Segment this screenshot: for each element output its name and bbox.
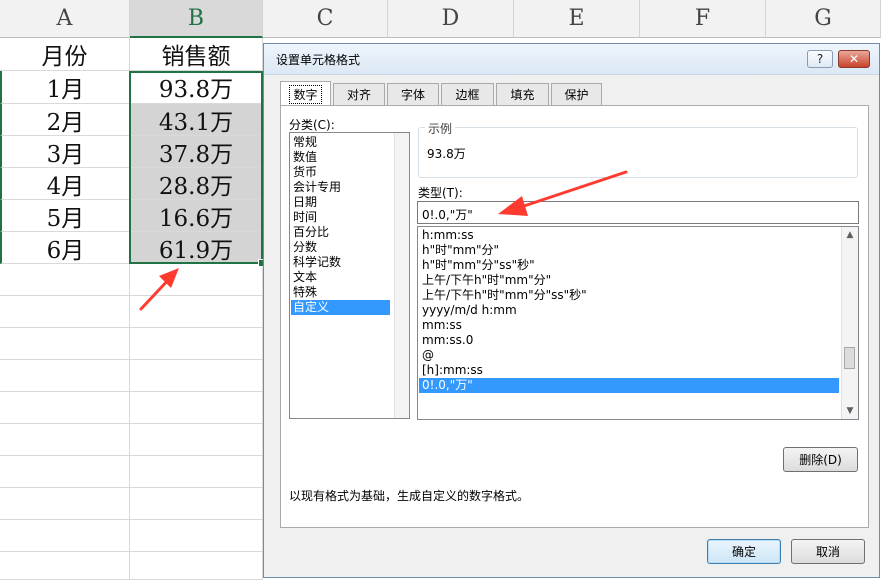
category-item[interactable]: 文本 xyxy=(291,270,390,285)
empty-cell[interactable] xyxy=(130,392,263,424)
close-button[interactable]: ✕ xyxy=(838,50,870,68)
format-description: 以现有格式为基础，生成自定义的数字格式。 xyxy=(289,489,530,503)
format-item[interactable]: h:mm:ss xyxy=(419,228,839,243)
sample-group: 示例 93.8万 xyxy=(418,120,858,178)
tab-protection[interactable]: 保护 xyxy=(551,83,602,105)
empty-cell[interactable] xyxy=(0,360,130,392)
category-item[interactable]: 分数 xyxy=(291,240,390,255)
category-item[interactable]: 会计专用 xyxy=(291,180,390,195)
format-item[interactable]: mm:ss xyxy=(419,318,839,333)
empty-cell[interactable] xyxy=(130,296,263,328)
column-header-f[interactable]: F xyxy=(640,0,766,38)
empty-cell[interactable] xyxy=(130,264,263,296)
empty-cell[interactable] xyxy=(130,456,263,488)
sample-value: 93.8万 xyxy=(427,147,466,161)
cell-header-month[interactable]: 月份 xyxy=(0,38,130,71)
empty-cell[interactable] xyxy=(130,424,263,456)
tab-font[interactable]: 字体 xyxy=(387,83,439,105)
format-scrollbar[interactable]: ▲ ▼ xyxy=(841,227,858,419)
format-item[interactable]: 上午/下午h"时"mm"分"ss"秒" xyxy=(419,288,839,303)
dialog-title: 设置单元格格式 xyxy=(276,53,361,67)
type-label: 类型(T): xyxy=(418,186,463,200)
category-item[interactable]: 日期 xyxy=(291,195,390,210)
cell-month[interactable]: 5月 xyxy=(0,200,130,232)
cell-month[interactable]: 4月 xyxy=(0,168,130,200)
category-item[interactable]: 数值 xyxy=(291,150,390,165)
empty-cell[interactable] xyxy=(130,360,263,392)
ok-button[interactable]: 确定 xyxy=(707,539,781,564)
cell-month[interactable]: 6月 xyxy=(0,232,130,264)
empty-cell[interactable] xyxy=(130,488,263,520)
dialog-titlebar[interactable]: 设置单元格格式 ? ✕ xyxy=(264,44,879,75)
empty-cell[interactable] xyxy=(0,392,130,424)
cell-sales[interactable]: 37.8万 xyxy=(130,136,263,168)
cell-sales[interactable]: 28.8万 xyxy=(130,168,263,200)
tab-fill[interactable]: 填充 xyxy=(496,83,549,105)
empty-cell[interactable] xyxy=(0,488,130,520)
category-list[interactable]: 常规 数值 货币 会计专用 日期 时间 百分比 分数 科学记数 文本 特殊 自定… xyxy=(289,132,410,419)
format-item[interactable]: @ xyxy=(419,348,839,363)
category-item[interactable]: 科学记数 xyxy=(291,255,390,270)
category-item[interactable]: 时间 xyxy=(291,210,390,225)
empty-cell[interactable] xyxy=(130,520,263,552)
empty-cell[interactable] xyxy=(0,520,130,552)
cell-header-sales[interactable]: 销售额 xyxy=(130,38,263,71)
type-input[interactable]: 0!.0,"万" xyxy=(417,201,859,224)
cell-sales[interactable]: 61.9万 xyxy=(130,232,263,264)
sample-group-title: 示例 xyxy=(425,120,456,137)
help-button[interactable]: ? xyxy=(807,50,833,68)
category-item-selected[interactable]: 自定义 xyxy=(291,300,390,315)
tab-border[interactable]: 边框 xyxy=(441,83,494,105)
scroll-thumb[interactable] xyxy=(844,347,855,369)
tab-number[interactable]: 数字 xyxy=(280,81,331,106)
empty-cell[interactable] xyxy=(0,424,130,456)
category-item[interactable]: 特殊 xyxy=(291,285,390,300)
category-item[interactable]: 百分比 xyxy=(291,225,390,240)
cell-sales[interactable]: 43.1万 xyxy=(130,104,263,136)
cell-month[interactable]: 1月 xyxy=(0,71,130,104)
cell-sales[interactable]: 16.6万 xyxy=(130,200,263,232)
tab-label: 数字 xyxy=(289,84,322,104)
empty-cell[interactable] xyxy=(0,328,130,360)
category-item[interactable]: 货币 xyxy=(291,165,390,180)
column-header-e[interactable]: E xyxy=(514,0,640,38)
scroll-down-arrow-icon[interactable]: ▼ xyxy=(842,403,858,419)
tab-alignment[interactable]: 对齐 xyxy=(333,83,385,105)
column-header-c[interactable]: C xyxy=(263,0,388,38)
empty-cell[interactable] xyxy=(0,552,130,580)
empty-cell[interactable] xyxy=(0,456,130,488)
column-header-g[interactable]: G xyxy=(766,0,881,38)
cell-month[interactable]: 3月 xyxy=(0,136,130,168)
column-header-d[interactable]: D xyxy=(388,0,514,38)
column-header-b[interactable]: B xyxy=(130,0,263,38)
empty-cell[interactable] xyxy=(0,264,130,296)
category-label: 分类(C): xyxy=(289,118,335,132)
format-cells-dialog: 设置单元格格式 ? ✕ 数字 对齐 字体 边框 填充 保护 分类(C): 常规 … xyxy=(263,43,880,578)
category-scrollbar[interactable] xyxy=(394,133,409,418)
format-item[interactable]: mm:ss.0 xyxy=(419,333,839,348)
format-item[interactable]: [h]:mm:ss xyxy=(419,363,839,378)
cell-month[interactable]: 2月 xyxy=(0,104,130,136)
format-item-selected[interactable]: 0!.0,"万" xyxy=(419,378,839,393)
empty-cell[interactable] xyxy=(0,296,130,328)
cancel-button[interactable]: 取消 xyxy=(791,539,865,564)
format-list[interactable]: h:mm:ss h"时"mm"分" h"时"mm"分"ss"秒" 上午/下午h"… xyxy=(417,226,859,420)
format-item[interactable]: h"时"mm"分"ss"秒" xyxy=(419,258,839,273)
delete-button[interactable]: 删除(D) xyxy=(783,447,858,472)
format-item[interactable]: 上午/下午h"时"mm"分" xyxy=(419,273,839,288)
tab-panel-number: 分类(C): 常规 数值 货币 会计专用 日期 时间 百分比 分数 科学记数 文… xyxy=(280,105,869,528)
empty-cell[interactable] xyxy=(130,552,263,580)
scroll-up-arrow-icon[interactable]: ▲ xyxy=(842,227,858,243)
empty-cell[interactable] xyxy=(130,328,263,360)
format-item[interactable]: h"时"mm"分" xyxy=(419,243,839,258)
cell-sales[interactable]: 93.8万 xyxy=(130,71,263,104)
format-item[interactable]: yyyy/m/d h:mm xyxy=(419,303,839,318)
column-header-a[interactable]: A xyxy=(0,0,130,38)
category-item[interactable]: 常规 xyxy=(291,135,390,150)
